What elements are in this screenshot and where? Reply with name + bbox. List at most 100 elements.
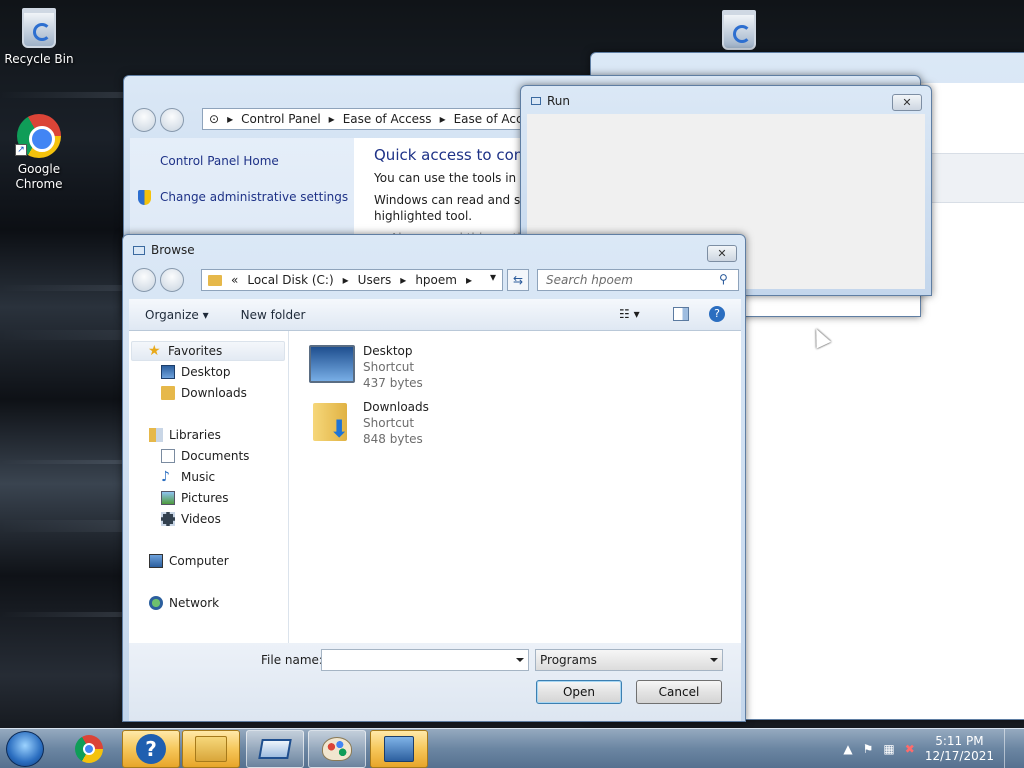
chevron-down-icon[interactable] [516, 658, 524, 662]
file-type-select[interactable]: Programs [535, 649, 723, 671]
file-size: 848 bytes [363, 432, 423, 446]
change-admin-settings-link[interactable]: Change administrative settings [160, 190, 348, 204]
downloads-icon [161, 386, 175, 400]
recycle-bin-icon [22, 8, 56, 48]
nav-computer[interactable]: Computer [149, 551, 229, 571]
breadcrumb-item[interactable]: Local Disk (C:) [247, 273, 333, 287]
nav-favorites[interactable]: ★ Favorites [131, 341, 285, 361]
breadcrumb-item[interactable]: Ease of Access [343, 112, 432, 126]
forward-button[interactable] [160, 108, 184, 132]
star-icon: ★ [148, 343, 161, 359]
breadcrumb-overflow[interactable]: « [231, 273, 238, 287]
desktop-icon-label: Google Chrome [15, 162, 63, 191]
breadcrumb-item[interactable]: Users [358, 273, 392, 287]
breadcrumb-item[interactable]: hpoem [415, 273, 457, 287]
music-icon: ♪ [161, 469, 170, 485]
file-name-label: File name: [261, 653, 323, 667]
address-dropdown-icon[interactable]: ▾ [490, 270, 496, 284]
file-item[interactable]: ⬇ Downloads Shortcut 848 bytes [309, 399, 429, 447]
back-button[interactable] [132, 268, 156, 292]
clock-date: 12/17/2021 [924, 749, 994, 763]
help-icon[interactable]: ? [709, 306, 725, 322]
run-icon [531, 97, 541, 105]
help-icon: ? [136, 734, 166, 764]
show-hidden-icons-icon[interactable]: ▲ [843, 742, 852, 756]
clock[interactable]: 5:11 PM 12/17/2021 [925, 734, 994, 764]
file-type: Shortcut [363, 360, 415, 374]
view-options-icon[interactable]: ☷ ▾ [619, 307, 640, 321]
refresh-button[interactable]: ⇆ [507, 269, 529, 291]
libraries-icon [149, 428, 163, 442]
show-desktop-button[interactable] [1004, 729, 1014, 768]
search-icon: ⚲ [719, 272, 728, 286]
search-input[interactable]: Search hpoem [537, 269, 739, 291]
folder-icon [208, 274, 222, 286]
nav-videos[interactable]: Videos [161, 509, 221, 529]
open-button[interactable]: Open [536, 680, 622, 704]
taskbar-control-panel[interactable] [370, 730, 428, 768]
browse-titlebar: Browse [123, 235, 745, 265]
videos-icon [161, 512, 175, 526]
browse-footer: File name: Programs Open Cancel [129, 643, 741, 721]
nav-music[interactable]: ♪ Music [161, 467, 215, 487]
taskbar-explorer[interactable] [182, 730, 240, 768]
start-button[interactable] [6, 731, 44, 767]
desktop-icon [161, 365, 175, 379]
folder-icon [195, 736, 227, 762]
browse-title: Browse [151, 243, 195, 257]
cancel-button[interactable]: Cancel [636, 680, 722, 704]
file-type: Shortcut [363, 416, 415, 430]
desktop-icon-google-chrome[interactable]: ↗ Google Chrome [1, 114, 77, 192]
organize-button[interactable]: Organize ▾ [129, 308, 225, 322]
back-button[interactable] [132, 108, 156, 132]
preview-pane-icon[interactable] [673, 307, 689, 321]
control-panel-icon [384, 736, 414, 762]
system-tray: ▲ ⚑ ▦ ✖ 5:11 PM 12/17/2021 [843, 729, 1024, 768]
network-icon [149, 596, 163, 610]
close-button[interactable]: ✕ [892, 94, 922, 111]
breadcrumb-item[interactable]: Control Panel [241, 112, 321, 126]
taskbar-chrome[interactable] [60, 730, 118, 768]
nav-documents[interactable]: Documents [161, 446, 249, 466]
close-button[interactable]: ✕ [707, 245, 737, 262]
file-item[interactable]: Desktop Shortcut 437 bytes [309, 343, 423, 391]
network-icon[interactable]: ▦ [883, 742, 894, 756]
file-list: Desktop Shortcut 437 bytes ⬇ Downloads S… [289, 331, 741, 643]
browse-toolbar: Organize ▾ New folder ☷ ▾ ? [129, 299, 741, 331]
new-folder-button[interactable]: New folder [225, 308, 322, 322]
nav-pictures[interactable]: Pictures [161, 488, 229, 508]
file-name: Desktop [363, 344, 413, 358]
taskbar-run[interactable] [246, 730, 304, 768]
volume-muted-icon[interactable]: ✖ [905, 742, 915, 756]
desktop-icon-label: Recycle Bin [4, 52, 74, 66]
nav-desktop[interactable]: Desktop [161, 362, 231, 382]
action-center-flag-icon[interactable]: ⚑ [863, 742, 874, 756]
chevron-down-icon[interactable] [710, 658, 718, 662]
recycle-bin-icon [722, 10, 756, 50]
browse-dialog[interactable]: Browse ✕ « Local Disk (C:) ▸ Users ▸ hpo… [122, 234, 746, 722]
documents-icon [161, 449, 175, 463]
run-title: Run [547, 94, 571, 108]
browse-icon [133, 245, 145, 255]
address-bar[interactable]: « Local Disk (C:) ▸ Users ▸ hpoem ▸ ▾ [201, 269, 503, 291]
shortcut-arrow-icon: ↗ [15, 144, 27, 156]
taskbar: ? ▲ ⚑ ▦ ✖ 5:11 PM 12/17/2021 [0, 728, 1024, 768]
nav-downloads[interactable]: Downloads [161, 383, 247, 403]
nav-libraries[interactable]: Libraries [149, 425, 221, 445]
run-titlebar: Run [521, 86, 931, 116]
navigation-pane: ★ Favorites Desktop Downloads Libraries … [129, 331, 289, 643]
forward-button[interactable] [160, 268, 184, 292]
run-icon [258, 739, 292, 759]
desktop-icon-recycle-bin[interactable]: Recycle Bin [1, 8, 77, 67]
paint-palette-icon [322, 737, 352, 761]
taskbar-paint[interactable] [308, 730, 366, 768]
background-window-panel [921, 153, 1024, 203]
control-panel-home-link[interactable]: Control Panel Home [160, 154, 279, 168]
control-panel-icon: ⊙ [209, 112, 220, 126]
nav-network[interactable]: Network [149, 593, 219, 613]
downloads-folder-icon: ⬇ [309, 399, 355, 441]
desktop-shortcut-icon [309, 345, 355, 383]
file-name-input[interactable] [321, 649, 529, 671]
file-name: Downloads [363, 400, 429, 414]
taskbar-help[interactable]: ? [122, 730, 180, 768]
